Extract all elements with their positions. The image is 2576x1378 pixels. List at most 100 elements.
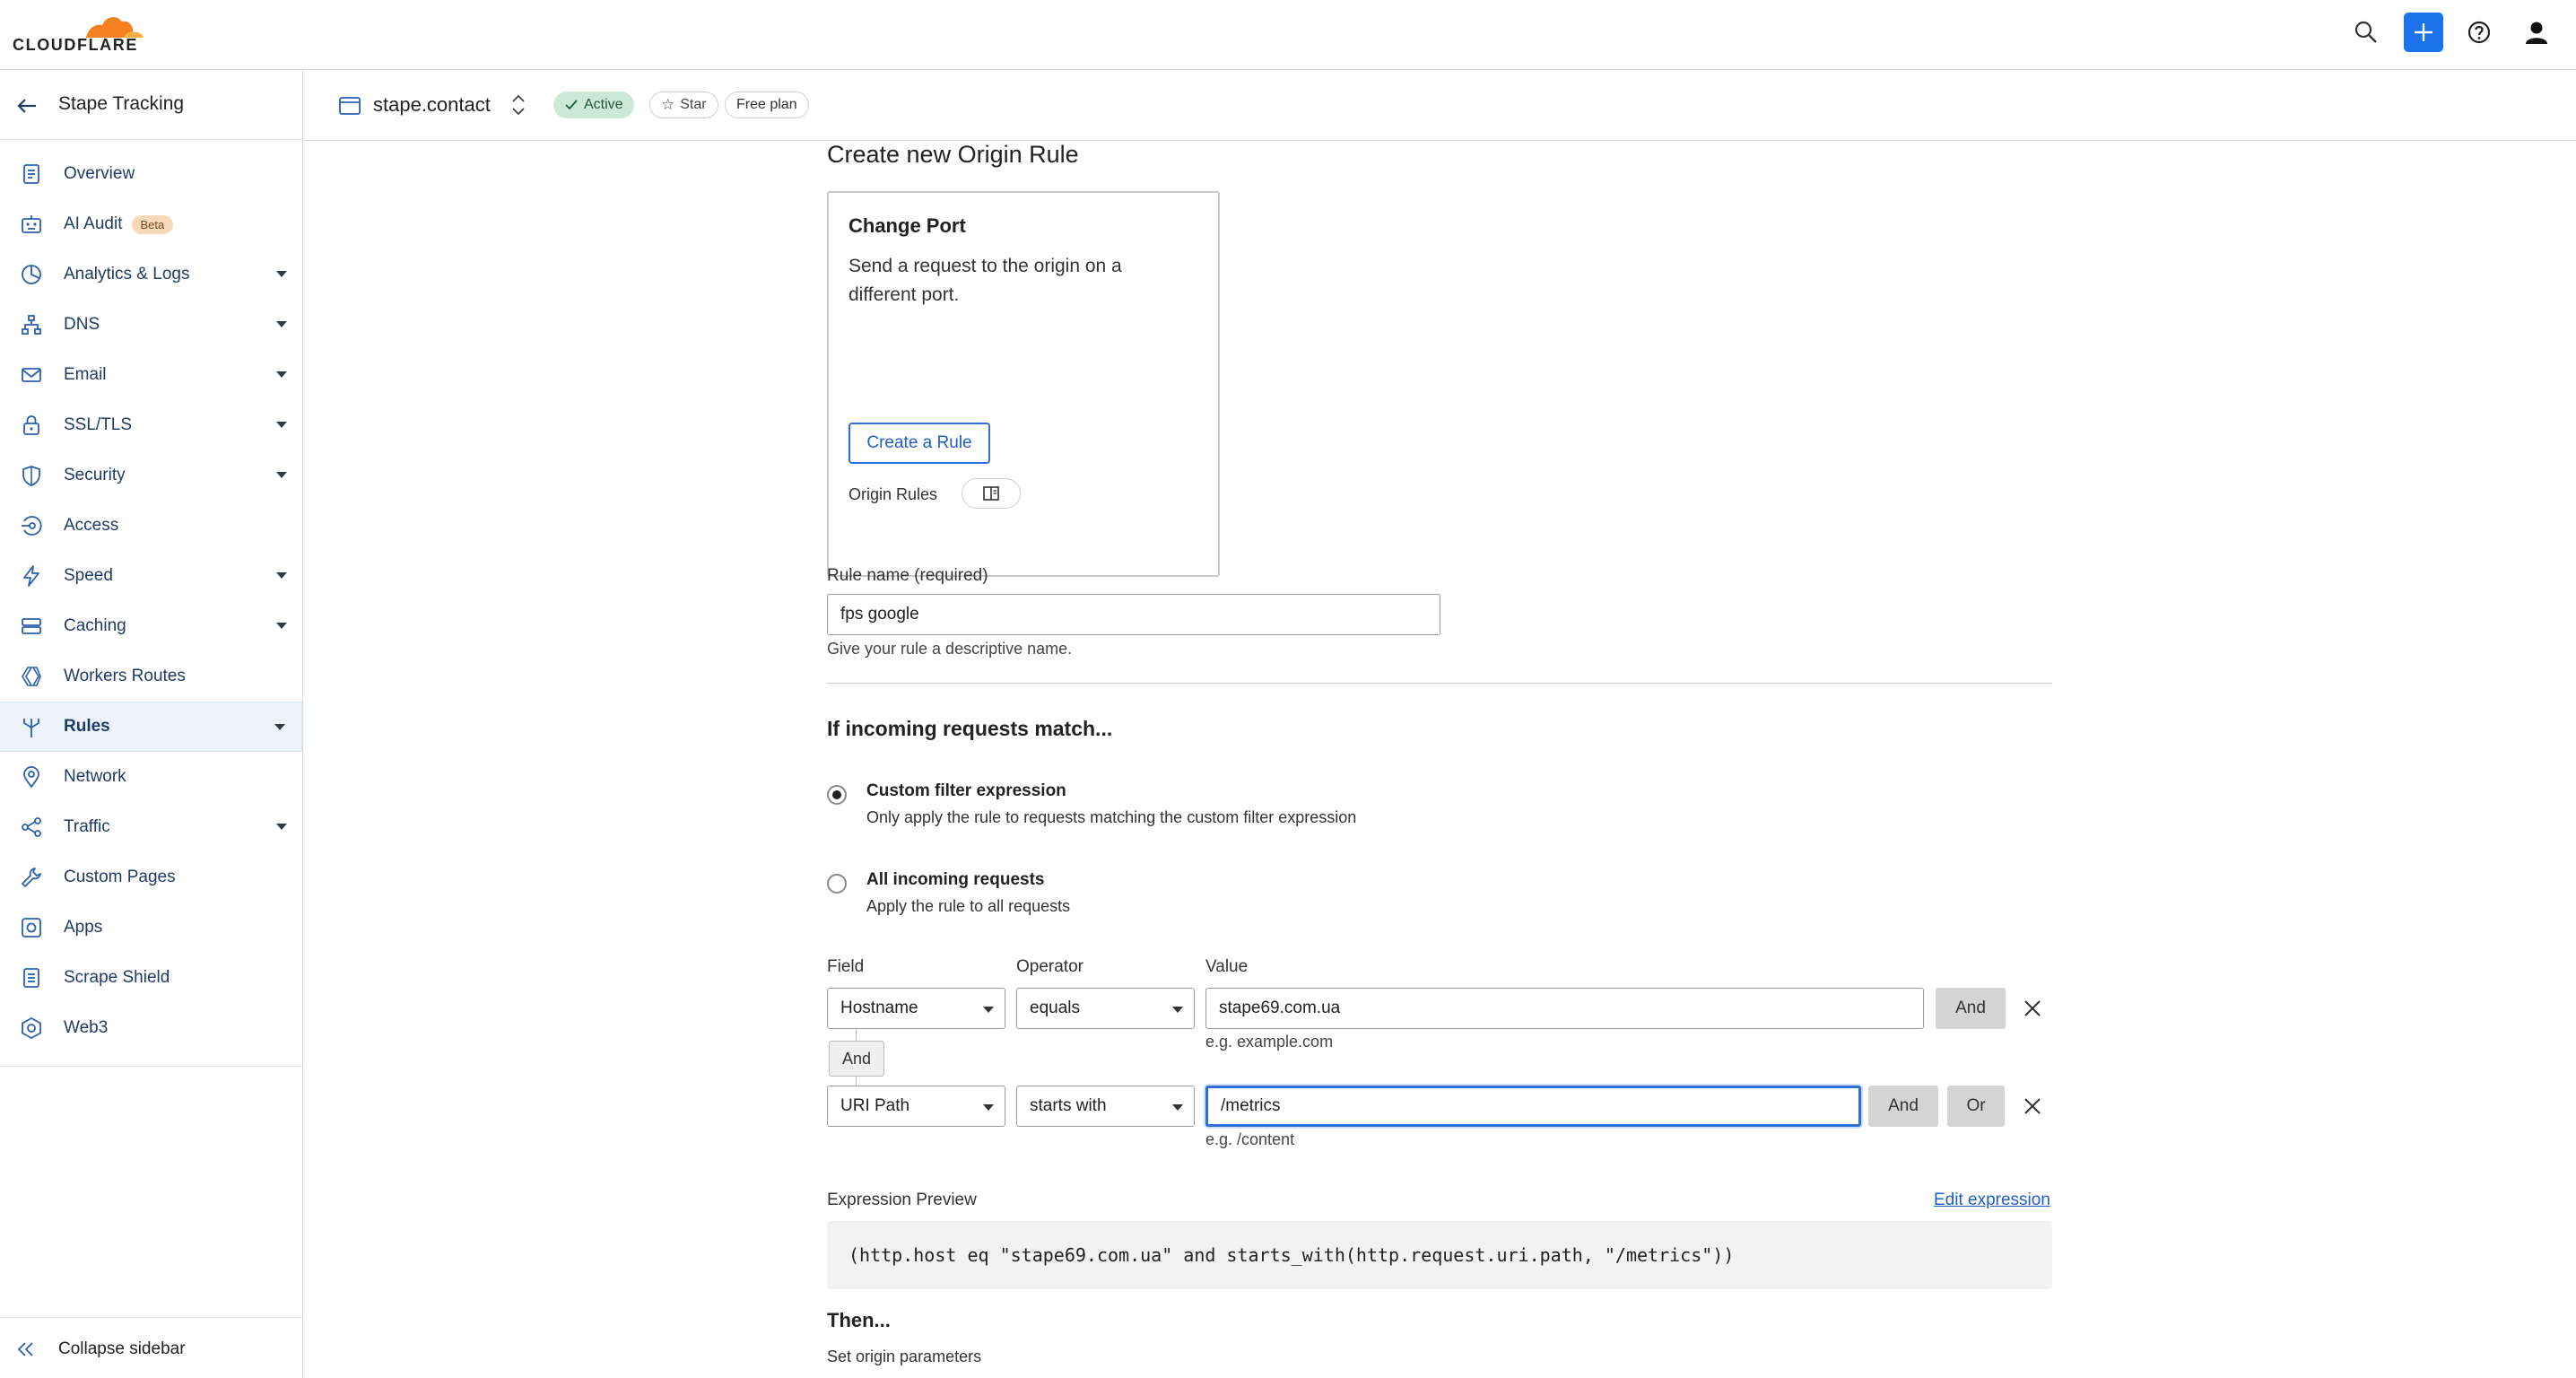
and-button[interactable]: And <box>1868 1086 1938 1127</box>
shield-icon <box>22 466 40 486</box>
operator-select[interactable]: starts with <box>1016 1086 1195 1127</box>
expression-preview-label: Expression Preview <box>827 1190 977 1209</box>
then-section-title: Then... <box>827 1309 891 1331</box>
sidebar-item-traffic[interactable]: Traffic <box>0 802 303 852</box>
operator-select-value: equals <box>1030 999 1080 1017</box>
logo-wordmark: CLOUDFLARE <box>13 36 138 54</box>
ai-audit-icon <box>22 215 41 233</box>
operator-select-value: starts with <box>1030 1096 1107 1115</box>
overview-icon <box>23 164 39 184</box>
account-name: Stape Tracking <box>58 93 185 114</box>
chevron-down-icon[interactable] <box>276 824 287 830</box>
sidebar-item-workers-routes[interactable]: Workers Routes <box>0 651 303 702</box>
sidebar-item-label: Network <box>64 767 126 786</box>
chevron-down-icon[interactable] <box>276 271 287 277</box>
field-select-value: Hostname <box>840 999 918 1017</box>
chevron-up-down-icon[interactable] <box>509 92 528 118</box>
sidebar-item-ssl-tls[interactable]: SSL/TLS <box>0 400 303 450</box>
help-icon <box>2467 21 2491 44</box>
network-icon <box>23 766 39 789</box>
sidebar-item-analytics[interactable]: Analytics & Logs <box>0 249 303 300</box>
custom-filter-description: Only apply the rule to requests matching… <box>866 808 1357 826</box>
value-input[interactable]: stape69.com.ua <box>1205 988 1924 1029</box>
match-section-title: If incoming requests match... <box>827 717 1113 740</box>
sidebar-item-security[interactable]: Security <box>0 450 303 501</box>
docs-button[interactable] <box>962 478 1021 509</box>
sidebar-item-label: Traffic <box>64 817 110 836</box>
sidebar-item-label: Speed <box>64 566 113 585</box>
sidebar: Stape Tracking Overview AI Audit Beta Ana… <box>0 70 303 1378</box>
all-requests-radio[interactable] <box>827 874 847 894</box>
sidebar-item-label: Analytics & Logs <box>64 265 190 283</box>
sidebar-item-label: Caching <box>64 616 126 635</box>
sidebar-item-overview[interactable]: Overview <box>0 149 303 199</box>
value-hint: e.g. example.com <box>1205 1033 1334 1051</box>
field-header: Field <box>827 957 865 976</box>
sidebar-item-rules[interactable]: Rules <box>0 702 303 752</box>
rule-name-input[interactable]: fps google <box>827 594 1440 635</box>
sidebar-item-dns[interactable]: DNS <box>0 300 303 350</box>
chevron-down-icon[interactable] <box>276 623 287 629</box>
cloudflare-logo[interactable]: CLOUDFLARE <box>13 7 147 57</box>
star-label: Star <box>680 97 707 112</box>
close-icon[interactable] <box>2021 997 2044 1020</box>
caching-icon <box>22 618 41 634</box>
operator-select[interactable]: equals <box>1016 988 1195 1029</box>
email-icon <box>22 368 41 382</box>
sidebar-item-label: Overview <box>64 164 135 183</box>
chevron-down-icon[interactable] <box>276 371 287 378</box>
plan-badge[interactable]: Free plan <box>725 92 809 118</box>
close-icon[interactable] <box>2021 1095 2044 1118</box>
sidebar-item-label: Web3 <box>64 1018 109 1037</box>
chevron-down-icon[interactable] <box>276 422 287 428</box>
sidebar-item-custom-pages[interactable]: Custom Pages <box>0 852 303 903</box>
arrow-left-icon <box>17 99 36 113</box>
field-select-value: URI Path <box>840 1096 910 1115</box>
sidebar-item-ai-audit[interactable]: AI Audit Beta <box>0 199 303 249</box>
field-select[interactable]: URI Path <box>827 1086 1005 1127</box>
page-title: Create new Origin Rule <box>827 141 1079 168</box>
value-hint: e.g. /content <box>1205 1130 1295 1148</box>
all-requests-description: Apply the rule to all requests <box>866 897 1071 915</box>
sidebar-item-label: Custom Pages <box>64 868 176 886</box>
search-button[interactable] <box>2346 13 2386 52</box>
star-icon: ☆ <box>661 96 675 113</box>
zone-name[interactable]: stape.contact <box>373 93 491 117</box>
sidebar-item-network[interactable]: Network <box>0 752 303 802</box>
back-button[interactable] <box>14 93 39 118</box>
sidebar-item-label: Scrape Shield <box>64 968 170 987</box>
create-rule-button[interactable]: Create a Rule <box>849 423 990 464</box>
collapse-sidebar-button[interactable]: Collapse sidebar <box>0 1317 303 1378</box>
zone-header: stape.contact Active ☆ Star Free plan <box>304 70 2576 141</box>
field-select[interactable]: Hostname <box>827 988 1005 1029</box>
plus-icon <box>2415 23 2432 41</box>
chevron-down-icon[interactable] <box>276 572 287 579</box>
sidebar-item-text: AI Audit <box>64 214 123 233</box>
sidebar-item-access[interactable]: Access <box>0 501 303 551</box>
rule-name-label: Rule name (required) <box>827 566 988 585</box>
sidebar-item-email[interactable]: Email <box>0 350 303 400</box>
sidebar-item-speed[interactable]: Speed <box>0 551 303 601</box>
add-button[interactable] <box>2404 13 2443 52</box>
sidebar-item-apps[interactable]: Apps <box>0 903 303 953</box>
chevron-down-icon[interactable] <box>276 321 287 327</box>
sidebar-item-web3[interactable]: Web3 <box>0 1003 303 1053</box>
chevron-down-icon[interactable] <box>276 472 287 478</box>
lock-icon <box>23 415 39 435</box>
chevron-down-icon[interactable] <box>274 724 285 730</box>
edit-expression-link[interactable]: Edit expression <box>1934 1190 2050 1210</box>
star-button[interactable]: ☆ Star <box>649 92 718 118</box>
account-button[interactable] <box>2517 13 2556 52</box>
double-chevron-left-icon <box>17 1342 33 1356</box>
main-content: Create new Origin Rule Change Port Send … <box>304 141 2576 1378</box>
or-button[interactable]: Or <box>1947 1086 2005 1127</box>
sidebar-item-scrape-shield[interactable]: Scrape Shield <box>0 953 303 1003</box>
help-button[interactable] <box>2459 13 2499 52</box>
origin-rules-label: Origin Rules <box>849 485 938 503</box>
custom-filter-radio[interactable] <box>827 785 847 805</box>
value-input[interactable]: /metrics <box>1205 1086 1861 1127</box>
sidebar-item-caching[interactable]: Caching <box>0 601 303 651</box>
sidebar-item-label: Email <box>64 365 107 384</box>
rule-name-help: Give your rule a descriptive name. <box>827 640 1073 658</box>
and-button[interactable]: And <box>1936 988 2006 1029</box>
